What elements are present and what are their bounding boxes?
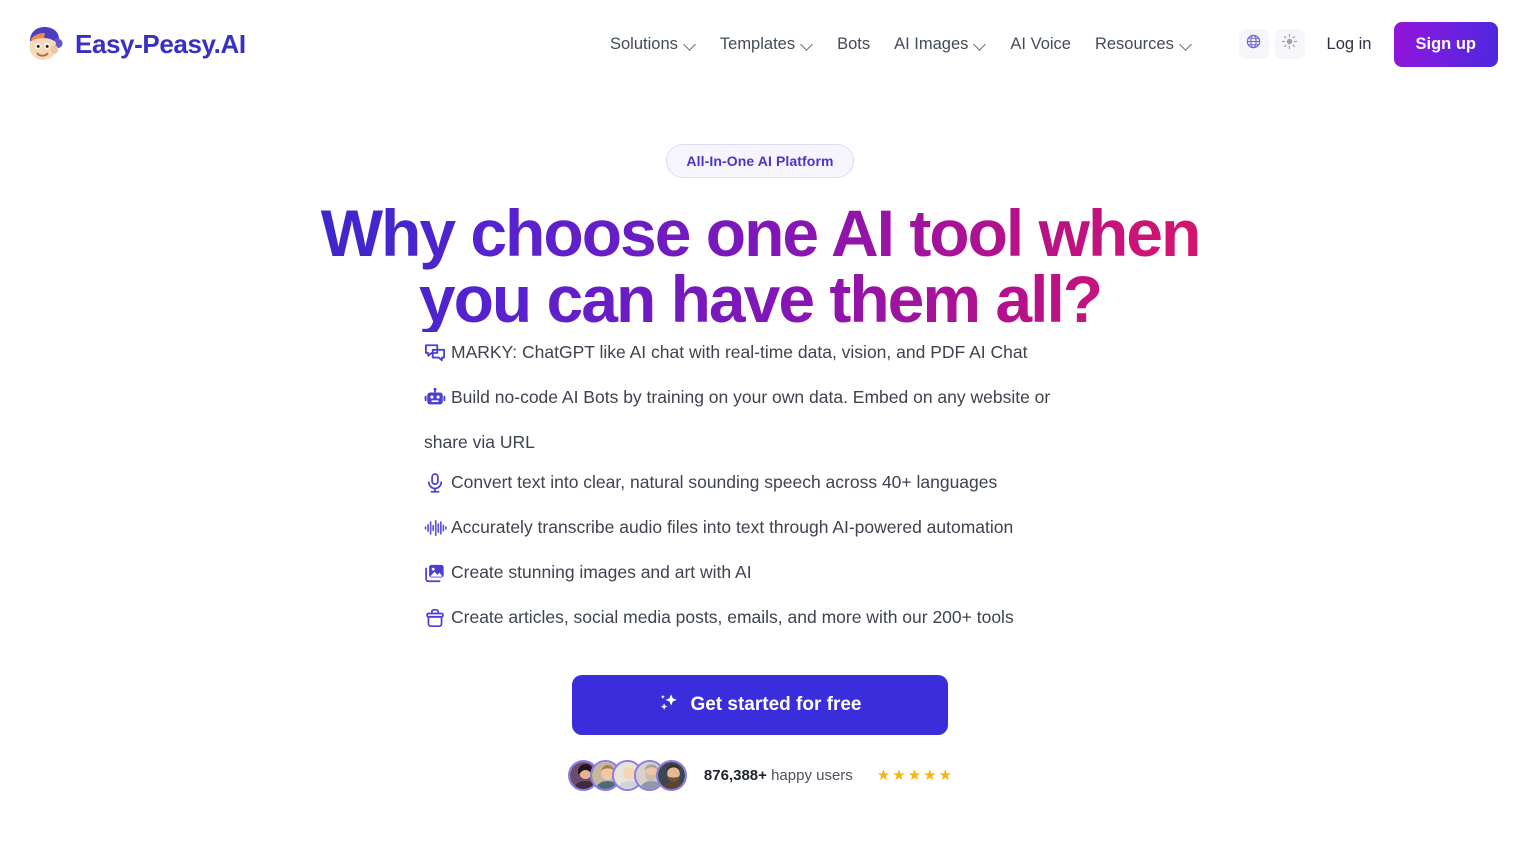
login-link[interactable]: Log in — [1327, 35, 1372, 54]
image-icon — [424, 557, 451, 597]
user-count-suffix: happy users — [771, 767, 853, 784]
nav-label: Bots — [837, 34, 871, 53]
star-icon: ★ — [938, 767, 953, 784]
nav-label: Templates — [719, 34, 796, 53]
feature-item-tools: Create articles, social media posts, ema… — [424, 597, 1096, 642]
hero-badge: All-In-One AI Platform — [666, 144, 854, 178]
social-proof: 876,388+ happy users ★ ★ ★ ★ ★ — [567, 760, 952, 791]
chevron-down-icon — [974, 39, 986, 51]
nav-item-solutions[interactable]: Solutions — [598, 27, 708, 62]
signup-button[interactable]: Sign up — [1393, 21, 1498, 67]
brand-logo[interactable]: Easy-Peasy.AI — [22, 22, 246, 66]
primary-navigation: Solutions Templates Bots AI Images AI Vo… — [598, 0, 1204, 88]
nav-item-ai-voice[interactable]: AI Voice — [998, 27, 1083, 62]
cta-section: Get started for free 876,388+ happy user… — [567, 675, 952, 791]
nav-item-templates[interactable]: Templates — [708, 27, 825, 62]
toolbox-icon — [424, 602, 451, 642]
feature-text: Convert text into clear, natural soundin… — [451, 472, 998, 492]
microphone-icon — [424, 467, 451, 507]
feature-item-voice: Convert text into clear, natural soundin… — [424, 462, 1096, 507]
sun-icon — [1281, 33, 1298, 55]
page-title: Why choose one AI tool when you can have… — [321, 200, 1200, 332]
chat-bubbles-icon — [424, 337, 451, 377]
hero-section: All-In-One AI Platform Why choose one AI… — [0, 88, 1520, 791]
sparkle-icon — [658, 692, 679, 719]
star-icon: ★ — [907, 767, 922, 784]
feature-text: MARKY: ChatGPT like AI chat with real-ti… — [451, 342, 1028, 362]
mascot-face-cap-icon — [22, 22, 66, 66]
nav-label: AI Voice — [1010, 34, 1071, 53]
header-actions: Log in Sign up — [1238, 0, 1498, 88]
feature-text: Accurately transcribe audio files into t… — [451, 517, 1014, 537]
avatar-group — [567, 760, 687, 791]
language-selector-button[interactable] — [1238, 29, 1269, 59]
nav-item-bots[interactable]: Bots — [825, 27, 882, 62]
chevron-down-icon — [801, 39, 813, 51]
feature-text: Create stunning images and art with AI — [451, 562, 752, 582]
cta-label: Get started for free — [690, 694, 862, 715]
feature-text: Create articles, social media posts, ema… — [451, 607, 1014, 627]
site-header: Easy-Peasy.AI Solutions Templates Bots A… — [0, 0, 1520, 88]
robot-icon — [424, 382, 451, 422]
feature-item-marky: MARKY: ChatGPT like AI chat with real-ti… — [424, 332, 1096, 377]
star-icon: ★ — [892, 767, 906, 784]
nav-label: Solutions — [610, 34, 678, 53]
brand-name: Easy-Peasy.AI — [75, 28, 246, 59]
nav-label: Resources — [1094, 34, 1174, 53]
audio-waveform-icon — [424, 512, 451, 552]
star-icon: ★ — [876, 767, 891, 784]
chevron-down-icon — [1180, 39, 1192, 51]
feature-item-transcribe: Accurately transcribe audio files into t… — [424, 507, 1096, 552]
globe-icon — [1245, 33, 1262, 55]
get-started-button[interactable]: Get started for free — [571, 675, 948, 735]
headline-line-1: Why choose one AI tool when — [320, 196, 1200, 270]
nav-item-ai-images[interactable]: AI Images — [882, 27, 998, 62]
feature-item-bots: Build no-code AI Bots by training on you… — [424, 377, 1096, 462]
feature-list: MARKY: ChatGPT like AI chat with real-ti… — [0, 332, 1520, 642]
nav-label: AI Images — [894, 34, 969, 53]
headline-line-2: you can have them all? — [418, 262, 1102, 336]
feature-item-images: Create stunning images and art with AI — [424, 552, 1096, 597]
user-count: 876,388+ — [703, 767, 767, 784]
nav-item-resources[interactable]: Resources — [1083, 27, 1204, 62]
star-icon: ★ — [923, 767, 937, 784]
feature-text: Build no-code AI Bots by training on you… — [424, 387, 1051, 452]
star-rating: ★ ★ ★ ★ ★ — [877, 768, 952, 783]
avatar — [655, 760, 687, 791]
happy-users-text: 876,388+ happy users — [704, 767, 853, 784]
theme-toggle-button[interactable] — [1274, 29, 1305, 59]
chevron-down-icon — [684, 39, 696, 51]
